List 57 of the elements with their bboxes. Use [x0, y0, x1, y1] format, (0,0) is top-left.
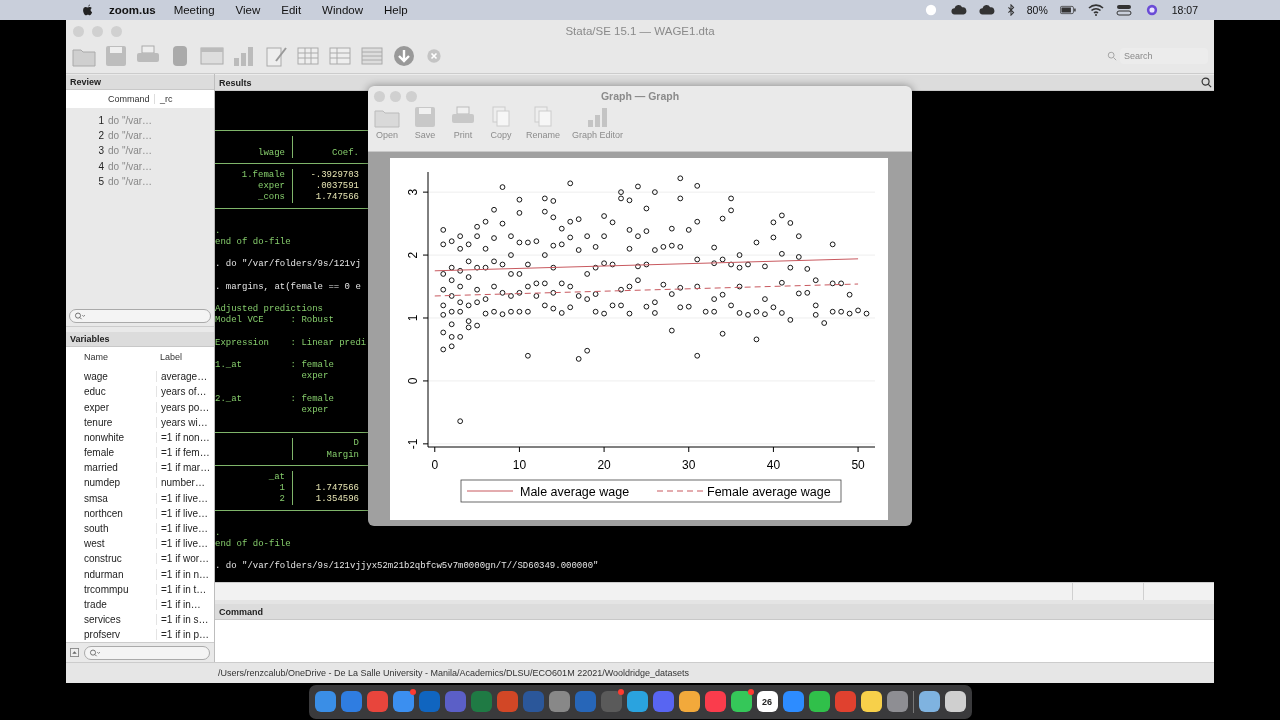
calendar-date: 26 — [762, 696, 772, 707]
table-row-label: _cons — [258, 192, 285, 203]
panel-header: Command — [215, 604, 1214, 620]
y-tick-label: 3 — [406, 188, 420, 196]
panel-header: Review — [66, 75, 214, 90]
column-header: D — [353, 438, 359, 449]
output-line: Expression : Linear predi — [215, 337, 367, 348]
output-line: Adjusted predictions — [215, 304, 324, 315]
x-tick-label: 0 — [431, 458, 439, 472]
table-row-label: 1 — [279, 483, 285, 494]
output-line: exper — [300, 371, 329, 382]
table-cell: 1.354596 — [315, 494, 359, 505]
table-cell: 1.747566 — [315, 483, 359, 494]
column-header: Coef. — [332, 147, 359, 158]
command-echo: . margins, at(female == 0 e — [215, 281, 361, 292]
y-tick-label: 2 — [406, 251, 420, 259]
output-line: 2._at : female — [215, 393, 334, 404]
output-line: . — [215, 225, 221, 236]
row-number: 1 — [97, 114, 104, 126]
command-echo: . do "/var/folders/9s/121vjjyx52m21b2qbfcw5v7m0000gn/T//SD60349.000000" — [215, 561, 599, 572]
table-row-label: _at — [268, 471, 285, 482]
battery-percentage: 80% — [1026, 4, 1048, 16]
y-tick-label: 1 — [406, 314, 420, 322]
y-tick-label: -1 — [406, 438, 420, 450]
window-title: Graph — Graph — [599, 90, 681, 102]
table-row-label: lwage — [258, 147, 285, 158]
output-line: . — [215, 527, 221, 538]
menubar-clock: 18:07 — [1171, 4, 1198, 16]
row-number: 3 — [97, 145, 104, 157]
table-cell: 1.747566 — [315, 192, 359, 203]
y-tick-label: 0 — [406, 377, 420, 385]
x-tick-label: 30 — [682, 458, 696, 472]
panel-header: Results — [219, 77, 252, 88]
legend-label: Female average wage — [707, 485, 831, 499]
output-line: end of do-file — [215, 237, 291, 248]
output-line: Model VCE : Robust — [215, 315, 334, 326]
column-header: Margin — [326, 449, 359, 460]
row-number: 2 — [97, 130, 104, 142]
output-line: exper — [300, 404, 329, 415]
window-title: Stata/SE 15.1 — WAGE1.dta — [564, 25, 716, 37]
table-cell: .0037591 — [315, 181, 359, 192]
table-row-label: exper — [258, 181, 285, 192]
x-tick-label: 10 — [512, 458, 527, 472]
row-number: 5 — [97, 176, 104, 188]
x-tick-label: 20 — [597, 458, 611, 472]
working-directory-path: /Users/renzcalub/OneDrive - De La Salle University - Manila/Academics/DLSU/ECO601M 22021/Wooldridge_datasets — [218, 668, 690, 678]
row-number: 4 — [97, 160, 104, 172]
output-line: end of do-file — [215, 539, 291, 550]
table-cell: -.3929703 — [310, 169, 359, 180]
panel-header: Variables — [66, 331, 214, 347]
legend-label: Male average wage — [520, 485, 630, 499]
x-tick-label: 40 — [766, 458, 781, 472]
table-row-label: 1.female — [241, 169, 285, 180]
table-row-label: 2 — [279, 494, 285, 505]
x-tick-label: 50 — [851, 458, 865, 472]
command-echo: . do "/var/folders/9s/121vj — [215, 259, 361, 270]
output-line: 1._at : female — [215, 360, 334, 371]
